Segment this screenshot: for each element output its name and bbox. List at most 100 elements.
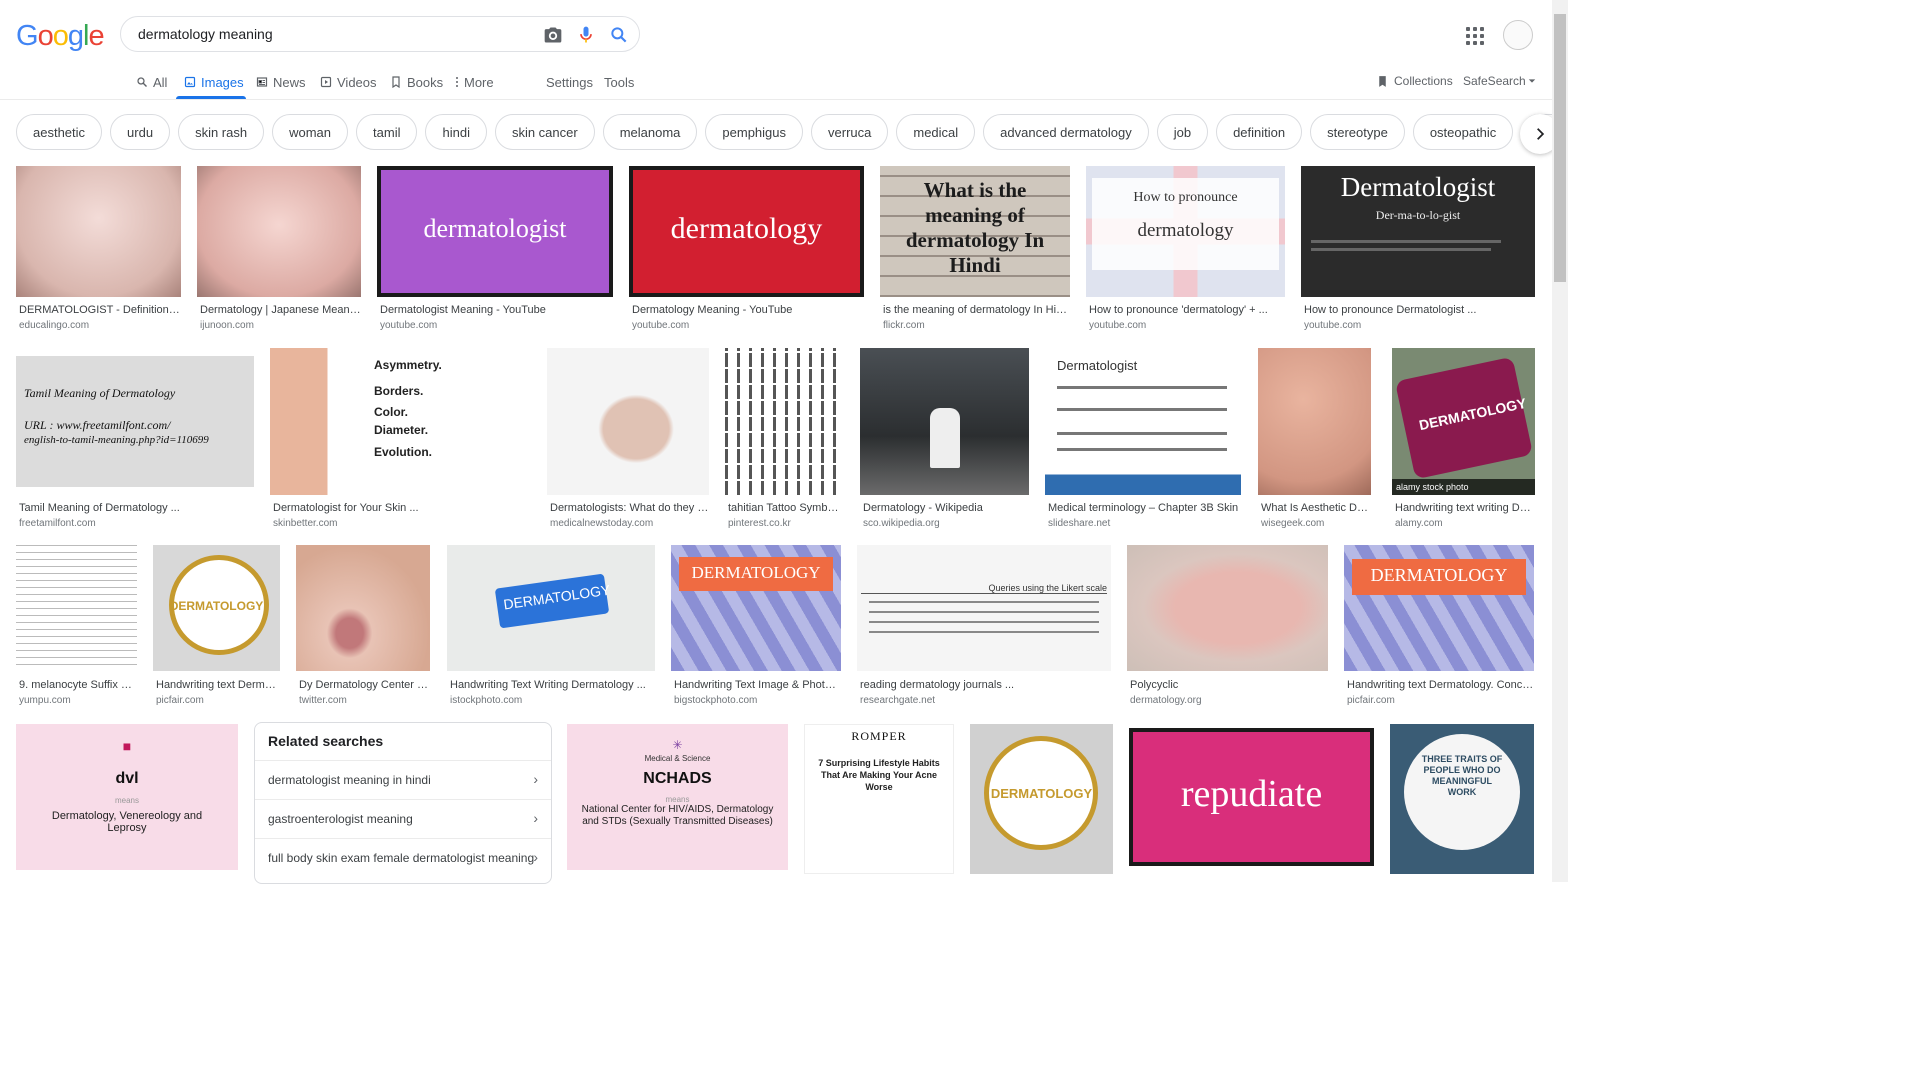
result-source[interactable]: freetamilfont.com [19,518,254,529]
result-title[interactable]: Dermatologist for Your Skin ... [273,502,531,514]
image-result[interactable]: DERMATOLOGY alamy stock photo Handwritin… [1392,348,1535,532]
image-result[interactable]: tahitian Tattoo Symbol... pinterest.co.k… [725,348,844,532]
result-thumbnail[interactable]: How to pronounce dermatology [1086,166,1285,297]
image-result[interactable]: DERMATOLOGY [970,724,1113,874]
result-source[interactable]: ijunoon.com [200,320,361,331]
result-thumbnail[interactable] [296,545,430,671]
result-thumbnail[interactable] [16,166,181,297]
result-source[interactable]: pinterest.co.kr [728,518,844,529]
settings-link[interactable]: Settings [546,74,593,90]
result-source[interactable]: dermatology.org [1130,695,1328,706]
result-title[interactable]: Dermatology - Wikipedia [863,502,1029,514]
result-thumbnail[interactable]: Tamil Meaning of Dermatology URL : www.f… [16,356,254,487]
image-result[interactable]: Dermatology | Japanese Meanin... ijunoon… [197,166,361,336]
result-title[interactable]: Medical terminology – Chapter 3B Skin [1048,502,1241,514]
image-result[interactable]: DERMATOLOGY Handwriting text Dermat... p… [153,545,280,710]
search-input[interactable] [136,25,530,43]
tab-books[interactable]: Books [390,74,443,90]
result-title[interactable]: Dy Dermatology Center o... [299,679,430,691]
tab-news[interactable]: News [256,74,306,90]
result-thumbnail[interactable] [547,348,709,495]
result-source[interactable]: skinbetter.com [273,518,531,529]
image-result[interactable]: How to pronounce dermatology How to pron… [1086,166,1285,336]
result-source[interactable]: researchgate.net [860,695,1111,706]
result-title[interactable]: Tamil Meaning of Dermatology ... [19,502,254,514]
related-search-item[interactable]: dermatologist meaning in hindi › [255,760,551,800]
image-result[interactable]: DERMATOLOGY Handwriting text Dermatology… [1344,545,1534,710]
result-title[interactable]: is the meaning of dermatology In Hind... [883,304,1070,316]
image-result[interactable]: Queries using the Likert scale reading d… [857,545,1111,710]
result-source[interactable]: picfair.com [156,695,280,706]
result-source[interactable]: picfair.com [1347,695,1534,706]
result-thumbnail[interactable]: Dermatologist [1045,348,1241,495]
result-thumbnail[interactable]: dermatologist [377,166,613,297]
result-thumbnail[interactable]: DERMATOLOGY [447,545,655,671]
apps-grid-icon[interactable] [1466,27,1484,45]
chip[interactable]: tamil [356,114,418,150]
result-title[interactable]: Dermatology Meaning - YouTube [632,304,864,316]
result-thumbnail[interactable]: Asymmetry. Borders. Color. Diameter. Evo… [270,348,531,495]
tab-videos[interactable]: Videos [320,74,377,90]
chip[interactable]: definition [1216,114,1303,150]
image-result[interactable]: dermatologist Dermatologist Meaning - Yo… [377,166,613,336]
result-source[interactable]: flickr.com [883,320,1070,331]
image-result[interactable]: dermatology Dermatology Meaning - YouTub… [629,166,864,336]
result-title[interactable]: Handwriting Text Writing Dermatology ... [450,679,655,691]
result-thumbnail[interactable]: DERMATOLOGY [153,545,280,671]
image-result[interactable]: repudiate [1129,728,1374,866]
google-logo[interactable]: Google [16,20,105,53]
image-result[interactable]: Dy Dermatology Center o... twitter.com [296,545,430,710]
result-thumbnail[interactable]: Queries using the Likert scale [857,545,1111,671]
result-source[interactable]: istockphoto.com [450,695,655,706]
result-title[interactable]: Handwriting text Dermat... [156,679,280,691]
result-source[interactable]: youtube.com [1089,320,1285,331]
tab-images[interactable]: Images [184,74,244,90]
result-thumbnail[interactable] [16,545,137,671]
safesearch-toggle[interactable]: SafeSearch [1463,74,1536,88]
result-thumbnail[interactable]: Dermatologist Der-ma-to-lo-gist [1301,166,1535,297]
result-source[interactable]: sco.wikipedia.org [863,518,1029,529]
result-source[interactable]: youtube.com [1304,320,1535,331]
microphone-icon[interactable] [576,25,596,45]
search-box[interactable] [120,16,640,52]
image-result[interactable]: DERMATOLOGIST - Definition a... educalin… [16,166,181,336]
chip[interactable]: urdu [110,114,171,150]
result-thumbnail[interactable] [1127,545,1328,671]
account-avatar[interactable] [1503,20,1533,50]
result-title[interactable]: How to pronounce Dermatologist ... [1304,304,1535,316]
result-thumbnail[interactable] [725,348,844,495]
result-thumbnail[interactable]: DERMATOLOGY [1344,545,1534,671]
search-icon[interactable] [609,25,629,45]
result-source[interactable]: slideshare.net [1048,518,1241,529]
result-source[interactable]: educalingo.com [19,320,181,331]
chip[interactable]: osteopathic [1412,114,1514,150]
result-title[interactable]: Handwriting text writing Der... [1395,502,1535,514]
image-result[interactable]: ✳ Medical & Science NCHADS means Nationa… [567,724,788,870]
chip[interactable]: skin cancer [494,114,595,150]
result-thumbnail[interactable] [197,166,361,297]
chip[interactable]: woman [272,114,349,150]
scrollbar-thumb[interactable] [1554,14,1566,282]
related-search-item[interactable]: full body skin exam female dermatologist… [255,838,551,878]
result-source[interactable]: twitter.com [299,695,430,706]
image-result[interactable]: Asymmetry. Borders. Color. Diameter. Evo… [270,348,531,532]
image-result[interactable]: What is the meaning of dermatology In Hi… [880,166,1070,336]
result-title[interactable]: Dermatologist Meaning - YouTube [380,304,613,316]
tab-all[interactable]: All [136,74,167,90]
image-result[interactable]: THREE TRAITS OF PEOPLE WHO DO MEANINGFUL… [1390,724,1534,874]
result-title[interactable]: tahitian Tattoo Symbol... [728,502,844,514]
chip[interactable]: aesthetic [16,114,103,150]
result-thumbnail[interactable] [1258,348,1371,495]
result-source[interactable]: youtube.com [632,320,864,331]
result-thumbnail[interactable] [860,348,1029,495]
result-thumbnail[interactable]: DERMATOLOGY [671,545,841,671]
image-result[interactable]: DERMATOLOGY Handwriting Text Image & Pho… [671,545,841,710]
chip[interactable]: medical [896,114,976,150]
result-title[interactable]: What Is Aesthetic Der... [1261,502,1371,514]
result-source[interactable]: medicalnewstoday.com [550,518,709,529]
chip[interactable]: stereotype [1310,114,1405,150]
result-title[interactable]: Dermatology | Japanese Meanin... [200,304,361,316]
image-result[interactable]: Polycyclic dermatology.org [1127,545,1328,710]
result-title[interactable]: Dermatologists: What do they d... [550,502,709,514]
image-result[interactable]: ■ dvl means Dermatology, Venereology and… [16,724,238,870]
